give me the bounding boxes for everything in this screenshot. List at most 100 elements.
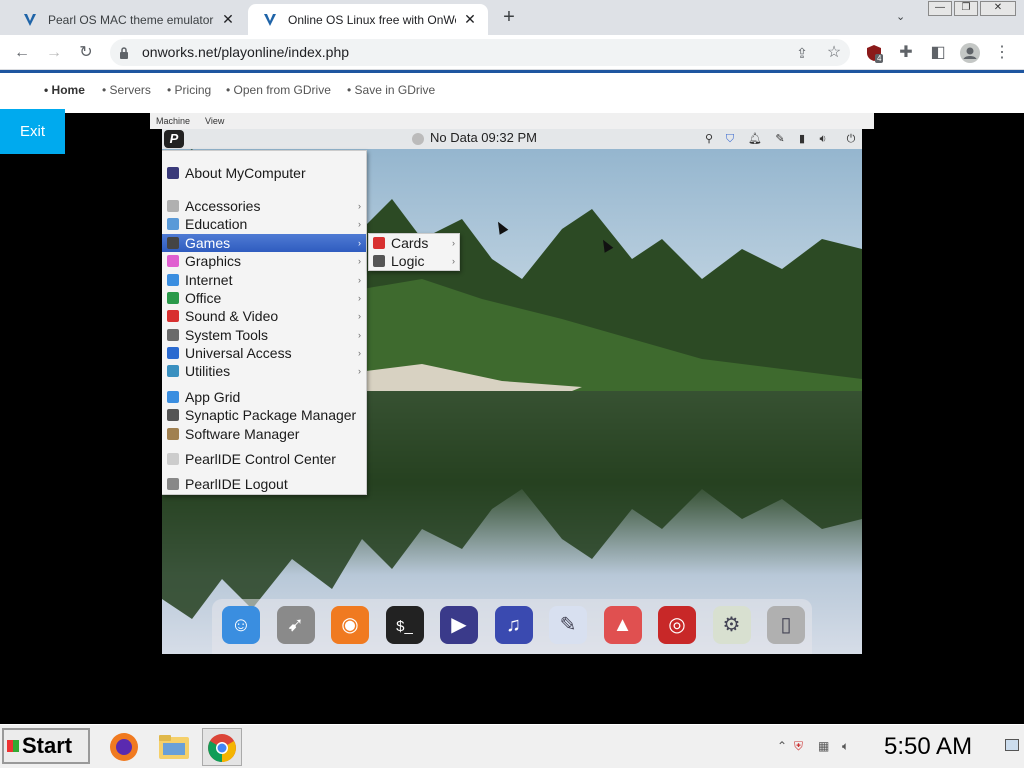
tray-expand-icon[interactable]: ⌃ — [777, 739, 787, 753]
lock-icon[interactable] — [119, 47, 129, 59]
restore-button[interactable]: ❐ — [954, 1, 978, 16]
accessories-icon — [167, 200, 179, 212]
dock-photos[interactable]: ▲ — [603, 606, 642, 644]
menu-button[interactable]: ⋮ — [990, 41, 1014, 65]
tray-volume-icon[interactable]: 🔈︎ — [842, 739, 849, 754]
battery-icon[interactable]: ▮ — [795, 132, 809, 146]
show-desktop-icon[interactable] — [1005, 739, 1019, 751]
tab-search-button[interactable]: ⌄ — [896, 10, 914, 24]
submenu-item-label: Cards — [391, 235, 429, 251]
menu-item-synaptic[interactable]: Synaptic Package Manager — [162, 406, 366, 424]
tab-onworks[interactable]: Online OS Linux free with OnWo ✕ — [248, 4, 488, 35]
dock-firefox[interactable]: ◉ — [331, 606, 369, 644]
chevron-right-icon: › — [358, 330, 361, 340]
logic-gear-icon — [373, 255, 385, 267]
vm-menu-view[interactable]: View — [205, 116, 224, 126]
sound-video-icon — [167, 310, 179, 322]
taskbar-firefox[interactable] — [104, 728, 144, 766]
star-icon: ☆ — [826, 44, 842, 61]
menu-item-software-manager[interactable]: Software Manager — [162, 425, 366, 443]
tray-security-icon[interactable]: ⛨ — [794, 739, 803, 754]
nav-save-in-gdrive[interactable]: • Save in GDrive — [347, 83, 435, 97]
menu-item-system-tools[interactable]: System Tools › — [162, 326, 366, 344]
security-shield-icon[interactable]: ⛉ — [723, 132, 737, 146]
color-picker-icon[interactable]: ✎ — [773, 132, 787, 146]
dock-video-player[interactable]: ▶ — [440, 606, 478, 644]
menu-item-label: System Tools — [185, 327, 268, 343]
dock-finder[interactable]: ☺ — [222, 606, 260, 644]
dock-terminal[interactable]: $_ — [385, 606, 424, 644]
arrow-right-icon: → — [46, 44, 62, 61]
taskbar-clock[interactable]: 5:50 AM — [884, 733, 972, 761]
dock-launchpad[interactable]: ➹ — [276, 606, 315, 644]
menu-item-office[interactable]: Office › — [162, 289, 366, 307]
menu-item-accessories[interactable]: Accessories › — [162, 197, 366, 215]
extensions-button[interactable]: ✚ — [894, 41, 918, 65]
exit-button[interactable]: Exit — [0, 109, 65, 154]
menu-item-graphics[interactable]: Graphics › — [162, 252, 366, 270]
weather-icon[interactable] — [412, 133, 424, 145]
menu-item-sound-video[interactable]: Sound & Video › — [162, 307, 366, 325]
menu-item-universal-access[interactable]: Universal Access › — [162, 344, 366, 362]
profile-button[interactable] — [958, 41, 982, 65]
tab-pearl-os[interactable]: Pearl OS MAC theme emulator - ✕ — [8, 4, 246, 35]
share-button[interactable]: ⇪ — [790, 41, 814, 65]
nav-home[interactable]: • Home — [44, 83, 85, 97]
menu-item-label: PearlIDE Control Center — [185, 451, 336, 467]
menu-item-label: Sound & Video — [185, 308, 279, 324]
chevron-right-icon: › — [358, 366, 361, 376]
side-panel-icon: ◧ — [930, 44, 946, 61]
browser-tab-strip: Pearl OS MAC theme emulator - ✕ Online O… — [0, 0, 1024, 35]
control-center-icon — [167, 453, 179, 465]
dock-trash[interactable]: ▯ — [767, 606, 805, 644]
pearl-logo-button[interactable]: P — [164, 130, 184, 148]
submenu-item-logic[interactable]: Logic › — [369, 252, 459, 270]
start-button[interactable]: Start — [2, 728, 90, 764]
taskbar-file-explorer[interactable] — [154, 728, 194, 766]
notification-bell-icon[interactable]: 🔔︎ — [748, 132, 762, 146]
games-icon — [167, 237, 179, 249]
video-player-icon: ▶ — [451, 614, 467, 636]
menu-item-internet[interactable]: Internet › — [162, 271, 366, 289]
tray-network-icon[interactable]: ▦ — [818, 739, 829, 753]
side-panel-button[interactable]: ◧ — [926, 41, 950, 65]
panel-clock[interactable]: No Data 09:32 PM — [430, 130, 537, 145]
tab-close-icon[interactable]: ✕ — [220, 11, 236, 28]
menu-item-utilities[interactable]: Utilities › — [162, 362, 366, 380]
education-icon — [167, 218, 179, 230]
url-text[interactable]: onworks.net/playonline/index.php — [142, 44, 349, 60]
dock-screen-recorder[interactable]: ◎ — [658, 606, 696, 644]
close-window-button[interactable]: ✕ — [980, 1, 1016, 16]
dock-text-editor[interactable]: ✎ — [549, 606, 587, 644]
vm-menu-machine[interactable]: Machine — [156, 116, 190, 126]
menu-item-control-center[interactable]: PearlIDE Control Center — [162, 450, 366, 468]
volume-icon[interactable]: 🔉︎ — [816, 132, 830, 146]
menu-item-games[interactable]: Games › — [162, 234, 366, 252]
menu-item-label: PearlIDE Logout — [185, 476, 288, 492]
tab-close-icon[interactable]: ✕ — [462, 11, 478, 28]
back-button[interactable]: ← — [10, 41, 34, 65]
dock-settings[interactable]: ⚙ — [712, 606, 751, 644]
reload-button[interactable]: ↻ — [74, 41, 98, 65]
taskbar-chrome[interactable] — [202, 728, 242, 766]
dock-music[interactable]: ♫ — [494, 606, 533, 644]
forward-button[interactable]: → — [42, 41, 66, 65]
menu-item-label: Graphics — [185, 253, 242, 269]
text-editor-icon: ✎ — [559, 614, 577, 636]
menu-item-education[interactable]: Education › — [162, 215, 366, 233]
bookmark-button[interactable]: ☆ — [822, 41, 846, 65]
nav-pricing[interactable]: • Pricing — [167, 83, 211, 97]
search-icon[interactable]: ⚲ — [702, 132, 716, 146]
minimize-button[interactable]: — — [928, 1, 952, 16]
power-icon[interactable]: ⏻ — [844, 132, 858, 146]
nav-servers[interactable]: • Servers — [102, 83, 151, 97]
extension-shield-button[interactable]: 4 — [862, 41, 886, 65]
menu-item-about-mycomputer[interactable]: About MyComputer — [162, 164, 366, 182]
menu-item-app-grid[interactable]: App Grid — [162, 388, 366, 406]
menu-item-logout[interactable]: PearlIDE Logout — [162, 475, 366, 493]
vm-desktop[interactable]: P No Data 09:32 PM ⚲ ⛉ 🔔︎ ✎ ▮ 🔉︎ ⏻ About… — [162, 129, 862, 654]
nav-open-from-gdrive[interactable]: • Open from GDrive — [226, 83, 331, 97]
submenu-item-cards[interactable]: Cards › — [369, 234, 459, 252]
onworks-favicon-icon — [24, 13, 36, 26]
new-tab-button[interactable]: + — [498, 7, 520, 28]
